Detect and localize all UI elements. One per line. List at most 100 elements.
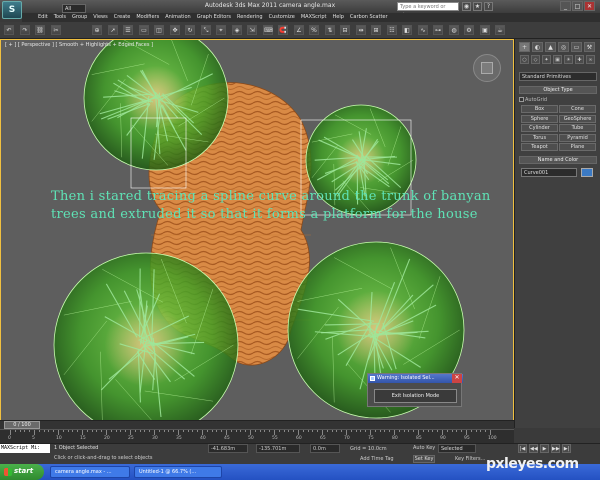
maxscript-listener-input[interactable]: MAXScript Mi: xyxy=(0,444,50,453)
named-selection-icon[interactable]: ⊟ xyxy=(340,25,350,35)
scale-icon[interactable]: ⤡ xyxy=(201,25,211,35)
menu-item-maxscript[interactable]: MAXScript xyxy=(301,13,327,22)
display-tab-icon[interactable]: ▭ xyxy=(571,42,582,52)
render-icon[interactable]: ☕ xyxy=(495,25,505,35)
set-key-button[interactable]: Set Key xyxy=(413,455,435,463)
ref-coord-icon[interactable]: ⌖ xyxy=(216,25,226,35)
plane-button[interactable]: Plane xyxy=(559,143,596,151)
perspective-viewport[interactable]: [ + ] [ Perspective ] [ Smooth + Highlig… xyxy=(0,39,514,428)
undo-icon[interactable]: ↶ xyxy=(4,25,14,35)
y-coordinate-field[interactable]: -135.701m xyxy=(256,444,300,453)
x-coordinate-field[interactable]: -41.683m xyxy=(208,444,248,453)
menu-item-views[interactable]: Views xyxy=(93,13,107,22)
hierarchy-tab-icon[interactable]: ▲ xyxy=(545,42,556,52)
menu-item-customize[interactable]: Customize xyxy=(269,13,295,22)
menu-item-group[interactable]: Group xyxy=(72,13,87,22)
cylinder-button[interactable]: Cylinder xyxy=(521,124,558,132)
binoculars-icon[interactable]: ◉ xyxy=(462,2,471,11)
bind-icon[interactable]: ⊕ xyxy=(92,25,102,35)
auto-key-button[interactable]: Auto Key xyxy=(413,445,435,451)
spinner-snap-icon[interactable]: ⇅ xyxy=(325,25,335,35)
viewport-label[interactable]: [ + ] [ Perspective ] [ Smooth + Highlig… xyxy=(5,42,153,48)
dialog-close-button[interactable]: ✕ xyxy=(452,374,462,383)
menu-item-edit[interactable]: Edit xyxy=(38,13,48,22)
render-frame-icon[interactable]: ▣ xyxy=(480,25,490,35)
graphite-icon[interactable]: ◧ xyxy=(402,25,412,35)
exit-isolation-button[interactable]: Exit Isolation Mode xyxy=(374,389,457,403)
previous-frame-icon[interactable]: ◀◀ xyxy=(529,444,538,453)
app-logo-icon[interactable]: S xyxy=(2,1,22,19)
space-warps-icon[interactable]: ✚ xyxy=(575,55,584,64)
menu-item-rendering[interactable]: Rendering xyxy=(237,13,263,22)
helpers-icon[interactable]: ☀ xyxy=(564,55,573,64)
lights-icon[interactable]: ✦ xyxy=(542,55,551,64)
key-filters-button[interactable]: Key Filters... xyxy=(455,456,485,462)
name-color-rollout[interactable]: Name and Color xyxy=(519,156,597,164)
object-name-input[interactable]: Curve001 xyxy=(521,168,577,177)
key-selection-dropdown[interactable]: Selected xyxy=(438,444,476,453)
sphere-button[interactable]: Sphere xyxy=(521,114,558,123)
tube-button[interactable]: Tube xyxy=(559,124,596,132)
pivot-icon[interactable]: ◈ xyxy=(232,25,242,35)
keyboard-icon[interactable]: ⌨ xyxy=(263,25,273,35)
help-icon[interactable]: ? xyxy=(484,2,493,11)
taskbar-item-3dsmax[interactable]: camera angle.max - ... xyxy=(50,466,130,478)
systems-icon[interactable]: ∞ xyxy=(586,55,595,64)
pyramid-button[interactable]: Pyramid xyxy=(559,133,596,142)
close-button[interactable]: ✕ xyxy=(584,1,595,11)
manipulate-icon[interactable]: ⇲ xyxy=(247,25,257,35)
material-editor-icon[interactable]: ◍ xyxy=(449,25,459,35)
modify-tab-icon[interactable]: ◐ xyxy=(532,42,543,52)
menu-item-help[interactable]: Help xyxy=(333,13,344,22)
next-frame-icon[interactable]: ▶▶ xyxy=(551,444,560,453)
add-time-tag-button[interactable]: Add Time Tag xyxy=(360,456,394,462)
link-icon[interactable]: ⛓ xyxy=(35,25,45,35)
time-slider-handle[interactable]: 0 / 100 xyxy=(4,421,40,429)
align-icon[interactable]: ⊞ xyxy=(371,25,381,35)
menu-item-create[interactable]: Create xyxy=(114,13,131,22)
motion-tab-icon[interactable]: ◎ xyxy=(558,42,569,52)
redo-icon[interactable]: ↷ xyxy=(20,25,30,35)
menu-item-tools[interactable]: Tools xyxy=(54,13,66,22)
select-by-name-icon[interactable]: ☰ xyxy=(123,25,133,35)
curve-editor-icon[interactable]: ∿ xyxy=(418,25,428,35)
viewcube-face-icon[interactable] xyxy=(481,62,493,74)
unlink-icon[interactable]: ✂ xyxy=(51,25,61,35)
teapot-button[interactable]: Teapot xyxy=(521,143,558,151)
torus-button[interactable]: Torus xyxy=(521,133,558,142)
angle-snap-icon[interactable]: ∠ xyxy=(294,25,304,35)
time-slider[interactable] xyxy=(0,420,514,429)
star-icon[interactable]: ★ xyxy=(473,2,482,11)
render-setup-icon[interactable]: ⚙ xyxy=(464,25,474,35)
snap-icon[interactable]: 🧲 xyxy=(278,25,288,35)
select-icon[interactable]: ➚ xyxy=(108,25,118,35)
object-color-swatch[interactable] xyxy=(581,168,593,177)
create-tab-icon[interactable]: + xyxy=(519,42,530,52)
geometry-icon[interactable]: ○ xyxy=(520,55,529,64)
go-to-start-icon[interactable]: |◀ xyxy=(518,444,527,453)
go-to-end-icon[interactable]: ▶| xyxy=(562,444,571,453)
tree-canopy[interactable] xyxy=(53,252,239,428)
box-button[interactable]: Box xyxy=(521,105,558,113)
search-input[interactable]: Type a keyword or phrase xyxy=(397,2,459,18)
utilities-tab-icon[interactable]: ⚒ xyxy=(584,42,595,52)
play-icon[interactable]: ▶ xyxy=(540,444,549,453)
scene-render[interactable] xyxy=(1,40,514,428)
percent-snap-icon[interactable]: % xyxy=(309,25,319,35)
schematic-icon[interactable]: ⊶ xyxy=(433,25,443,35)
maximize-button[interactable]: □ xyxy=(572,1,583,11)
menu-item-graph-editors[interactable]: Graph Editors xyxy=(197,13,231,22)
menu-item-carbon-scatter[interactable]: Carbon Scatter xyxy=(350,13,388,22)
layer-icon[interactable]: ☷ xyxy=(387,25,397,35)
selection-filter-dropdown[interactable]: All xyxy=(62,4,86,13)
geosphere-button[interactable]: GeoSphere xyxy=(559,114,596,123)
move-icon[interactable]: ✥ xyxy=(170,25,180,35)
window-crossing-icon[interactable]: ◫ xyxy=(154,25,164,35)
menu-item-animation[interactable]: Animation xyxy=(165,13,191,22)
rect-select-icon[interactable]: ▭ xyxy=(139,25,149,35)
primitive-type-dropdown[interactable]: Standard Primitives xyxy=(519,72,597,81)
object-type-rollout[interactable]: Object Type xyxy=(519,86,597,94)
cone-button[interactable]: Cone xyxy=(559,105,596,113)
cameras-icon[interactable]: ▣ xyxy=(553,55,562,64)
minimize-button[interactable]: _ xyxy=(560,1,571,11)
